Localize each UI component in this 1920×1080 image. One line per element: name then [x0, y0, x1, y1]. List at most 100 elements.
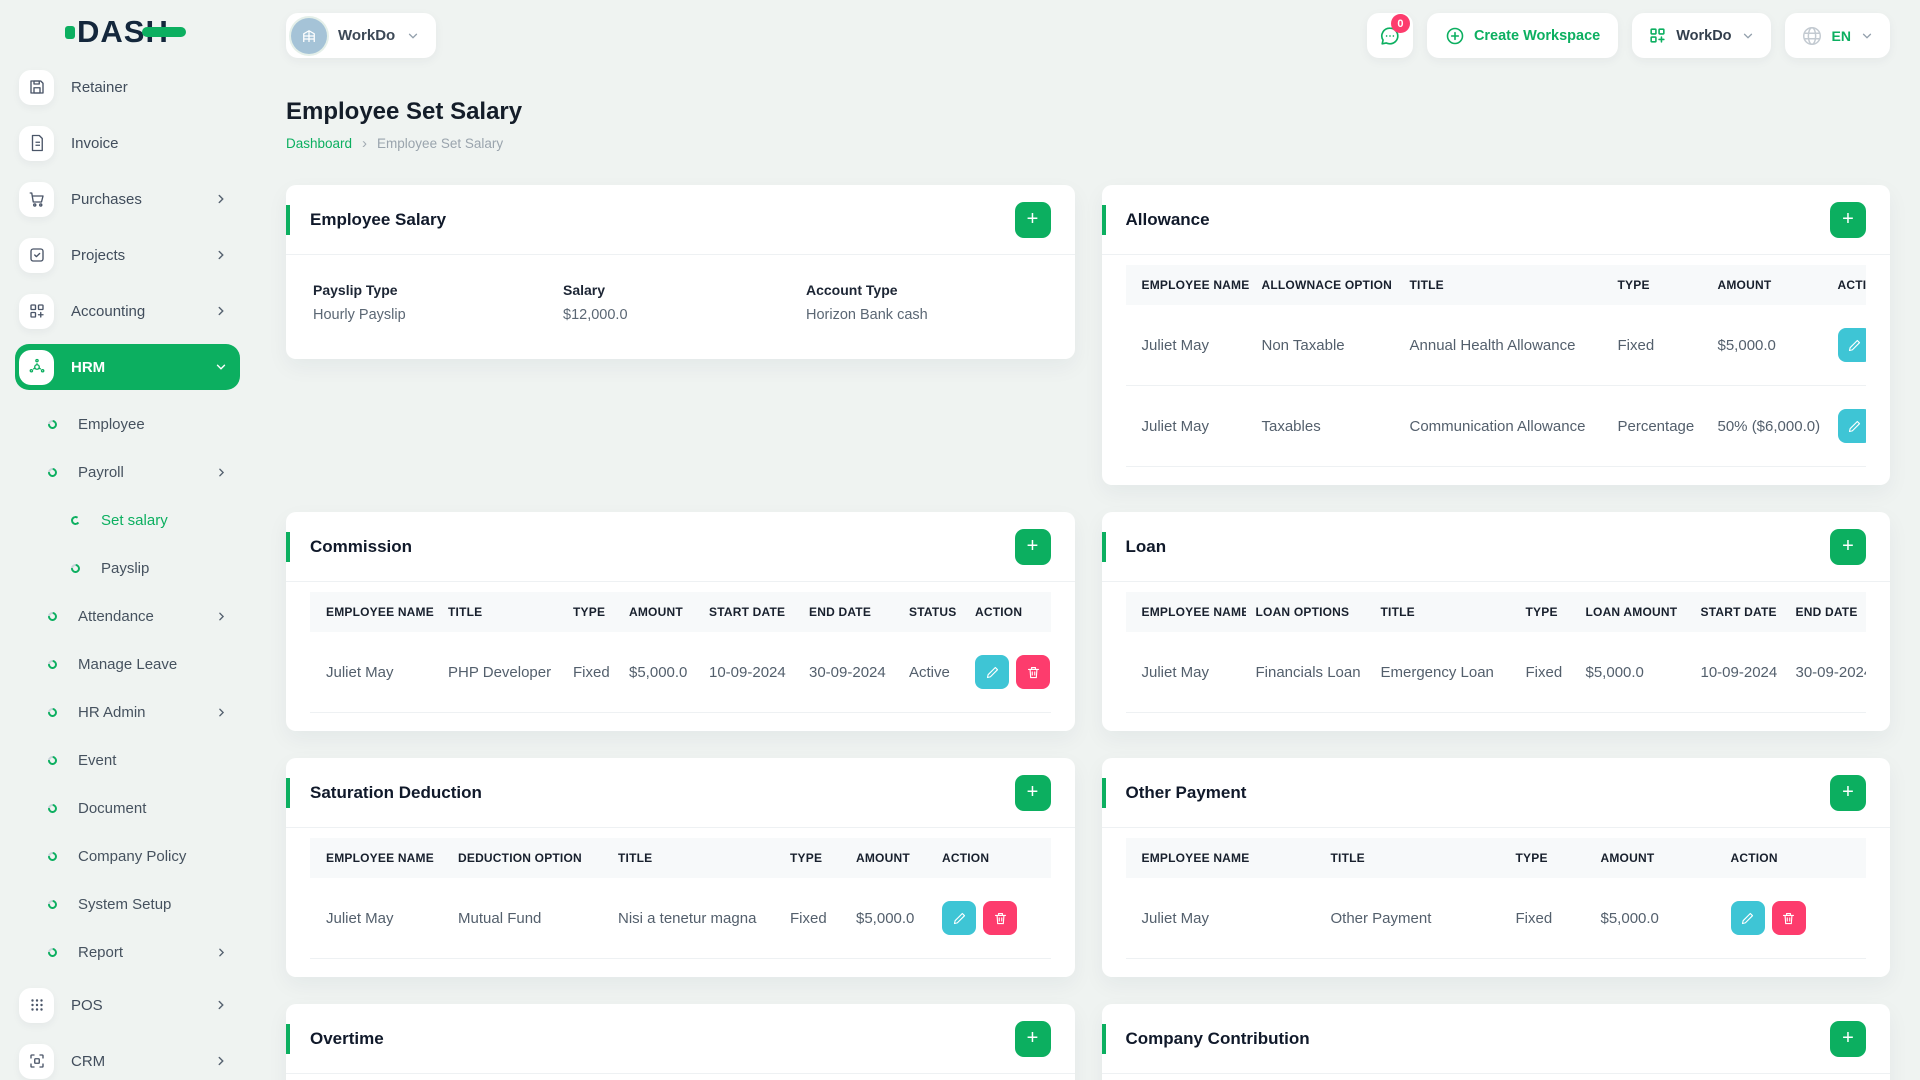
logo-bar-accent	[141, 27, 186, 37]
add-saturation-deduction-button[interactable]: +	[1014, 774, 1051, 811]
edit-button[interactable]	[942, 901, 976, 935]
table-header-row: EMPLOYEE NAME DEDUCTION OPTION TITLE TYP…	[310, 838, 1051, 878]
bullet-icon	[46, 897, 59, 911]
company-contribution-body	[1102, 1074, 1891, 1080]
card-accent-bar	[286, 532, 290, 562]
bullet-icon	[46, 465, 59, 479]
status-text: Active	[899, 632, 965, 713]
table-header-row: EMPLOYEE NAME LOAN OPTIONS TITLE TYPE LO…	[1125, 592, 1866, 632]
grid-plus-icon	[19, 293, 54, 329]
create-workspace-button[interactable]: Create Workspace	[1426, 13, 1619, 58]
breadcrumb-separator-icon: ›	[362, 135, 368, 152]
add-loan-button[interactable]: +	[1830, 528, 1866, 565]
card-accent-bar	[1101, 532, 1106, 562]
sidebar-item-label: POS	[71, 996, 103, 1014]
add-employee-salary-button[interactable]: +	[1014, 201, 1051, 238]
employee-salary-fields: Payslip Type Hourly Payslip Salary $12,0…	[286, 255, 1075, 359]
add-overtime-button[interactable]: +	[1014, 1020, 1051, 1057]
table-row: Juliet May PHP Developer Fixed $5,000.0 …	[310, 632, 1051, 713]
sidebar: DASH Retainer Invoice Purchases Projects…	[0, 0, 256, 1080]
sidebar-item-payroll[interactable]: Payroll	[15, 448, 240, 496]
sidebar-item-purchases[interactable]: Purchases	[15, 176, 240, 222]
table-row: Juliet May Other Payment Fixed $5,000.0	[1125, 878, 1866, 959]
card-title: Overtime	[310, 1028, 384, 1048]
table-header-row: EMPLOYEE NAME ALLOWNACE OPTION TITLE TYP…	[1125, 265, 1866, 305]
add-company-contribution-button[interactable]: +	[1830, 1020, 1866, 1057]
sidebar-item-attendance[interactable]: Attendance	[15, 592, 240, 640]
sidebar-item-crm[interactable]: CRM	[15, 1038, 240, 1080]
card-title: Employee Salary	[310, 209, 447, 229]
sidebar-item-employee[interactable]: Employee	[15, 400, 240, 448]
sidebar-item-label: Projects	[71, 246, 126, 264]
chevron-right-icon	[219, 612, 225, 620]
card-title: Commission	[310, 536, 413, 556]
card-title: Company Contribution	[1125, 1028, 1310, 1048]
sidebar-item-label: Accounting	[71, 302, 146, 320]
bullet-icon	[46, 657, 59, 671]
sidebar-item-event[interactable]: Event	[15, 736, 240, 784]
chevron-down-icon	[1743, 33, 1752, 39]
edit-button[interactable]	[1837, 409, 1866, 443]
trash-icon	[994, 912, 1006, 924]
sidebar-item-projects[interactable]: Projects	[15, 232, 240, 278]
add-commission-button[interactable]: +	[1014, 528, 1051, 565]
brand-logo[interactable]: DASH	[15, 0, 256, 64]
page-title: Employee Set Salary	[286, 98, 523, 125]
sidebar-item-set-salary[interactable]: Set salary	[15, 496, 240, 544]
saturation-deduction-table: EMPLOYEE NAME DEDUCTION OPTION TITLE TYP…	[310, 838, 1051, 959]
delete-button[interactable]	[983, 901, 1017, 935]
sidebar-item-report[interactable]: Report	[15, 928, 240, 976]
bullet-icon	[46, 849, 59, 863]
sidebar-item-invoice[interactable]: Invoice	[15, 120, 240, 166]
sidebar-item-manage-leave[interactable]: Manage Leave	[15, 640, 240, 688]
language-selector[interactable]: EN	[1784, 13, 1890, 58]
app-menu-label: WorkDo	[1676, 27, 1732, 44]
sidebar-item-label: Retainer	[71, 78, 128, 96]
add-allowance-button[interactable]: +	[1830, 201, 1866, 238]
cards-grid: Employee Salary + Payslip Type Hourly Pa…	[286, 185, 1890, 1080]
sidebar-item-label: HRM	[71, 358, 106, 376]
trash-icon	[1027, 666, 1039, 678]
overtime-card: Overtime +	[286, 1004, 1075, 1080]
hrm-submenu: Employee Payroll Set salary Payslip Atte…	[15, 400, 256, 976]
bullet-icon	[46, 753, 59, 767]
breadcrumb-dashboard-link[interactable]: Dashboard	[286, 136, 352, 151]
table-row: Juliet May Financials Loan Emergency Loa…	[1125, 632, 1866, 713]
saturation-deduction-card: Saturation Deduction + EMPLOYEE NAME DED…	[286, 758, 1075, 977]
edit-button[interactable]	[975, 655, 1009, 689]
breadcrumb: Dashboard › Employee Set Salary	[286, 135, 1890, 152]
breadcrumb-current: Employee Set Salary	[377, 136, 504, 151]
sidebar-item-retainer[interactable]: Retainer	[15, 64, 240, 110]
language-code: EN	[1831, 27, 1851, 44]
card-accent-bar	[286, 1024, 290, 1054]
sidebar-item-payslip[interactable]: Payslip	[15, 544, 240, 592]
hrm-network-icon	[19, 349, 54, 385]
sidebar-item-document[interactable]: Document	[15, 784, 240, 832]
crm-frame-icon	[19, 1043, 54, 1079]
sidebar-item-hrm[interactable]: HRM	[15, 344, 240, 390]
bullet-icon	[46, 945, 59, 959]
grid-plus-icon	[1650, 28, 1665, 43]
messages-button[interactable]: 0	[1366, 13, 1413, 58]
sidebar-item-system-setup[interactable]: System Setup	[15, 880, 240, 928]
app-menu-button[interactable]: WorkDo	[1632, 13, 1771, 58]
chevron-right-icon	[218, 250, 224, 260]
bullet-icon	[70, 514, 81, 526]
main-content: WorkDo 0 Create Workspace WorkDo EN Empl…	[256, 13, 1920, 1080]
edit-button[interactable]	[1730, 901, 1765, 935]
delete-button[interactable]	[1771, 901, 1806, 935]
allowance-card: Allowance + EMPLOYEE NAME ALLOWNACE OPTI…	[1101, 185, 1890, 485]
add-other-payment-button[interactable]: +	[1830, 774, 1866, 811]
company-contribution-card: Company Contribution +	[1101, 1004, 1891, 1080]
field-account-type: Account Type Horizon Bank cash	[806, 282, 928, 323]
bullet-icon	[46, 801, 59, 815]
edit-button[interactable]	[1837, 328, 1866, 362]
pencil-icon	[953, 912, 965, 924]
sidebar-item-pos[interactable]: POS	[15, 982, 240, 1028]
sidebar-item-hr-admin[interactable]: HR Admin	[15, 688, 240, 736]
workspace-selector[interactable]: WorkDo	[286, 13, 437, 58]
messages-count-badge: 0	[1390, 14, 1410, 33]
sidebar-item-accounting[interactable]: Accounting	[15, 288, 240, 334]
sidebar-item-company-policy[interactable]: Company Policy	[15, 832, 240, 880]
delete-button[interactable]	[1016, 655, 1050, 689]
